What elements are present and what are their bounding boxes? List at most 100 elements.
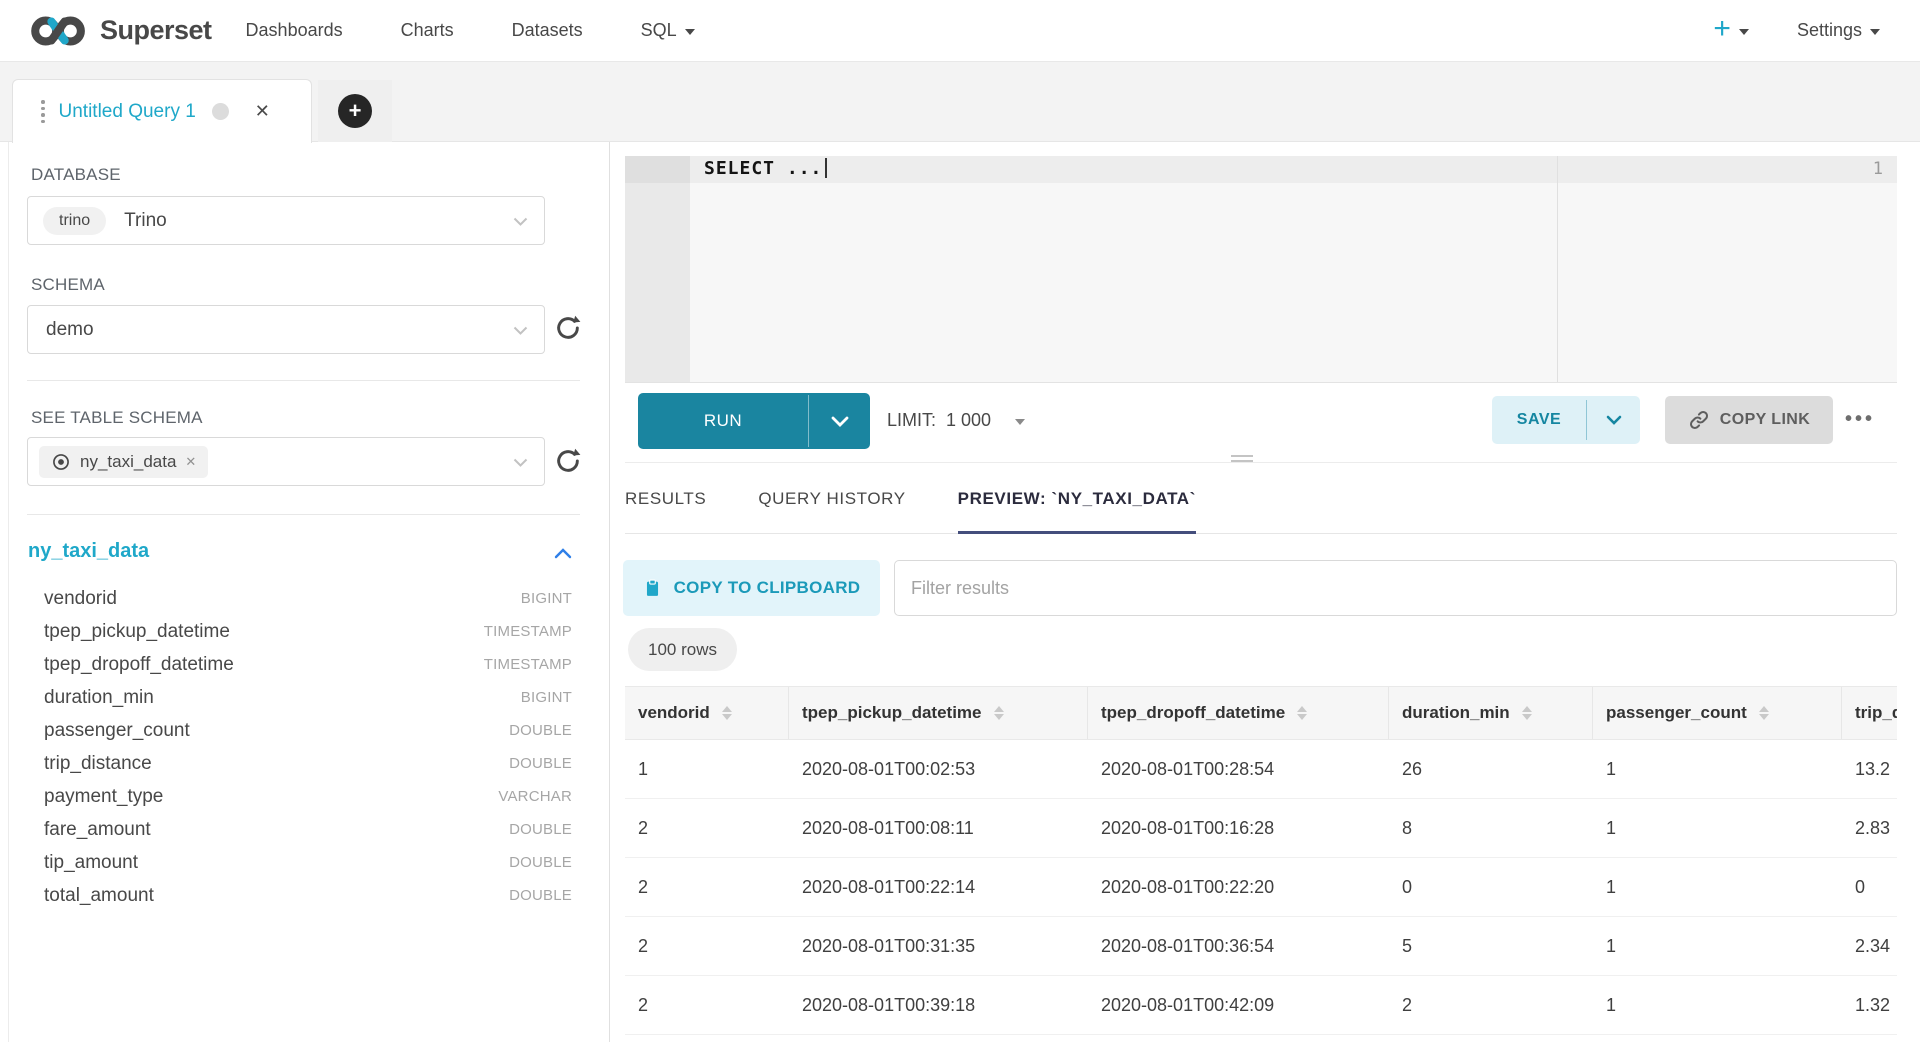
column-name: trip_distance <box>44 753 152 775</box>
schema-label: SCHEMA <box>31 275 105 295</box>
sidebar-left-edge <box>8 142 9 1042</box>
header-label: duration_min <box>1402 703 1510 723</box>
table-row: 2 2020-08-01T00:08:11 2020-08-01T00:16:2… <box>625 799 1897 858</box>
caret-down-icon <box>1739 29 1749 35</box>
caret-down-icon <box>685 29 695 35</box>
column-name: tip_amount <box>44 852 138 874</box>
database-value: Trino <box>124 210 167 232</box>
save-label: SAVE <box>1492 396 1586 444</box>
cell: 2020-08-01T00:39:18 <box>789 995 1088 1016</box>
cell: 2020-08-01T00:22:20 <box>1088 877 1389 898</box>
cell: 2020-08-01T00:42:09 <box>1088 995 1389 1016</box>
table-header-row: vendorid tpep_pickup_datetime tpep_dropo… <box>625 686 1897 740</box>
cell: 2020-08-01T00:31:35 <box>789 936 1088 957</box>
tab-query-history-label: QUERY HISTORY <box>758 489 905 509</box>
editor-code-line[interactable]: SELECT ... <box>704 158 827 179</box>
column-header-dropoff[interactable]: tpep_dropoff_datetime <box>1088 687 1389 739</box>
superset-logo[interactable]: Superset <box>28 12 212 50</box>
cell: 1 <box>1593 936 1842 957</box>
cell: 2020-08-01T00:36:54 <box>1088 936 1389 957</box>
drag-grip-icon[interactable] <box>41 100 45 123</box>
remove-table-icon[interactable]: ✕ <box>185 454 196 470</box>
collapse-table-icon[interactable] <box>554 546 572 564</box>
selected-table-name: ny_taxi_data <box>80 452 176 472</box>
refresh-schemas-button[interactable] <box>552 312 586 346</box>
preview-table: vendorid tpep_pickup_datetime tpep_dropo… <box>625 686 1897 1035</box>
cell: 2020-08-01T00:22:14 <box>789 877 1088 898</box>
schema-column-row: trip_distance DOUBLE <box>44 747 572 780</box>
column-header-passenger-count[interactable]: passenger_count <box>1593 687 1842 739</box>
caret-down-icon <box>1015 419 1025 425</box>
sidebar-main-divider[interactable] <box>609 142 610 1042</box>
cell: 2020-08-01T00:28:54 <box>1088 759 1389 780</box>
column-header-vendorid[interactable]: vendorid <box>625 687 789 739</box>
editor-gutter-active-cell <box>625 156 690 183</box>
column-header-pickup[interactable]: tpep_pickup_datetime <box>789 687 1088 739</box>
table-row: 2 2020-08-01T00:39:18 2020-08-01T00:42:0… <box>625 976 1897 1035</box>
save-button[interactable]: SAVE <box>1492 396 1640 444</box>
editor-active-line <box>690 156 1897 183</box>
new-item-menu[interactable]: + <box>1713 18 1749 44</box>
new-tab-area: + <box>318 80 392 142</box>
cell: 1 <box>625 759 789 780</box>
copy-link-button[interactable]: COPY LINK <box>1665 396 1833 444</box>
active-tab-underline <box>958 531 1196 534</box>
filter-results-input[interactable] <box>894 560 1897 616</box>
cell: 1 <box>1593 759 1842 780</box>
close-tab-icon[interactable]: ✕ <box>255 101 270 122</box>
column-name: payment_type <box>44 786 163 808</box>
header-label: tpep_dropoff_datetime <box>1101 703 1285 723</box>
column-type: VARCHAR <box>498 788 572 805</box>
refresh-tables-button[interactable] <box>552 445 586 479</box>
save-options-button[interactable] <box>1587 396 1640 444</box>
column-name: vendorid <box>44 588 117 610</box>
column-type: DOUBLE <box>509 821 572 838</box>
superset-infinity-icon <box>28 12 90 50</box>
chevron-down-icon <box>831 416 849 427</box>
column-header-duration[interactable]: duration_min <box>1389 687 1593 739</box>
copy-to-clipboard-button[interactable]: COPY TO CLIPBOARD <box>623 560 880 616</box>
query-tab-active[interactable]: Untitled Query 1 ✕ <box>12 79 312 143</box>
table-schema-title: ny_taxi_data <box>28 540 149 563</box>
settings-label: Settings <box>1797 20 1862 41</box>
cell: 2 <box>1389 995 1593 1016</box>
table-select[interactable]: ny_taxi_data ✕ <box>27 437 545 486</box>
database-select[interactable]: trino Trino <box>27 196 545 245</box>
tab-query-history[interactable]: QUERY HISTORY <box>758 464 905 533</box>
chevron-down-icon <box>513 326 528 336</box>
sql-editor[interactable]: 1 SELECT ... <box>625 156 1897 383</box>
tab-results[interactable]: RESULTS <box>625 464 706 533</box>
nav-item-sql[interactable]: SQL <box>641 20 695 41</box>
database-label: DATABASE <box>31 165 121 185</box>
tab-preview[interactable]: PREVIEW: `NY_TAXI_DATA` <box>958 464 1196 533</box>
settings-menu[interactable]: Settings <box>1797 20 1880 41</box>
header-label: passenger_count <box>1606 703 1747 723</box>
editor-gutter <box>625 156 690 382</box>
more-actions-button[interactable]: ••• <box>1845 408 1875 431</box>
nav-item-dashboards[interactable]: Dashboards <box>246 20 343 41</box>
tab-preview-label: PREVIEW: `NY_TAXI_DATA` <box>958 489 1196 509</box>
nav-item-charts[interactable]: Charts <box>401 20 454 41</box>
column-name: tpep_pickup_datetime <box>44 621 230 643</box>
run-button[interactable]: RUN <box>638 393 870 449</box>
database-engine-tag: trino <box>43 207 106 235</box>
add-query-tab-button[interactable]: + <box>338 94 372 128</box>
cell: 5 <box>1389 936 1593 957</box>
editor-toolbar: RUN LIMIT: 1 000 SAVE <box>625 384 1897 463</box>
nav-item-datasets[interactable]: Datasets <box>512 20 583 41</box>
sort-icon <box>1297 706 1307 720</box>
pane-resize-handle[interactable] <box>1231 455 1253 465</box>
run-options-button[interactable] <box>809 393 870 449</box>
column-type: BIGINT <box>521 689 572 706</box>
sort-icon <box>722 706 732 720</box>
table-row: 2 2020-08-01T00:22:14 2020-08-01T00:22:2… <box>625 858 1897 917</box>
copy-link-label: COPY LINK <box>1720 411 1810 429</box>
column-type: DOUBLE <box>509 854 572 871</box>
schema-select[interactable]: demo <box>27 305 545 354</box>
limit-control[interactable]: LIMIT: 1 000 <box>887 410 1025 431</box>
column-header-trip-distance[interactable]: trip_distance <box>1842 687 1897 739</box>
cell: 2.83 <box>1842 818 1897 839</box>
column-type: DOUBLE <box>509 887 572 904</box>
cell: 8 <box>1389 818 1593 839</box>
sql-text: SELECT ... <box>704 158 822 179</box>
